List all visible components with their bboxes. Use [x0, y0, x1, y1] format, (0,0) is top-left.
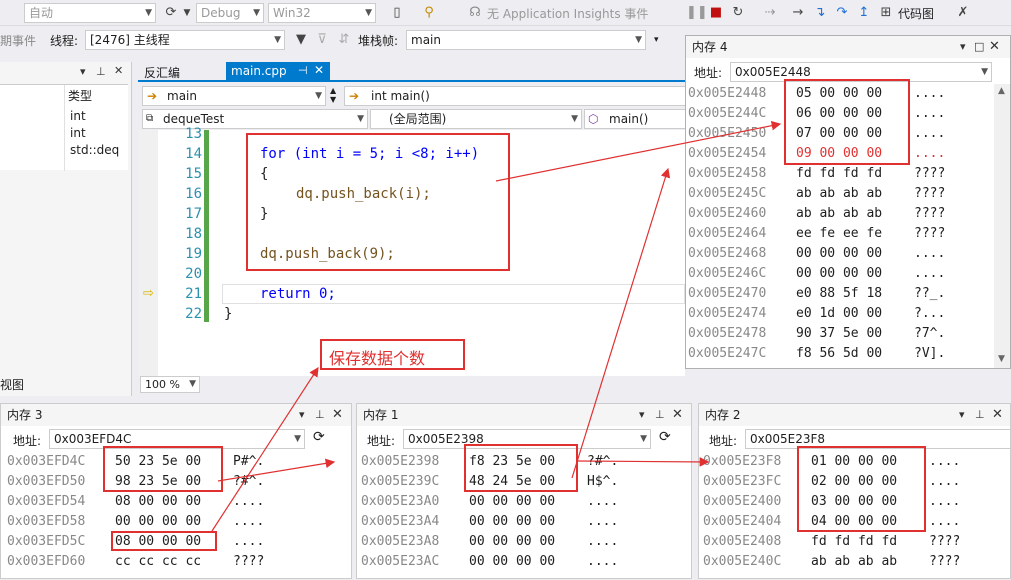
arrow-mem1-to-mem4 — [571, 167, 671, 479]
arrow-code-to-memory4 — [495, 120, 782, 182]
arrow-mem1-to-mem2 — [577, 457, 710, 467]
arrow-mem3-to-mem1 — [217, 458, 336, 482]
arrow-count-to-label — [211, 366, 319, 532]
annotation-arrows — [211, 120, 782, 532]
